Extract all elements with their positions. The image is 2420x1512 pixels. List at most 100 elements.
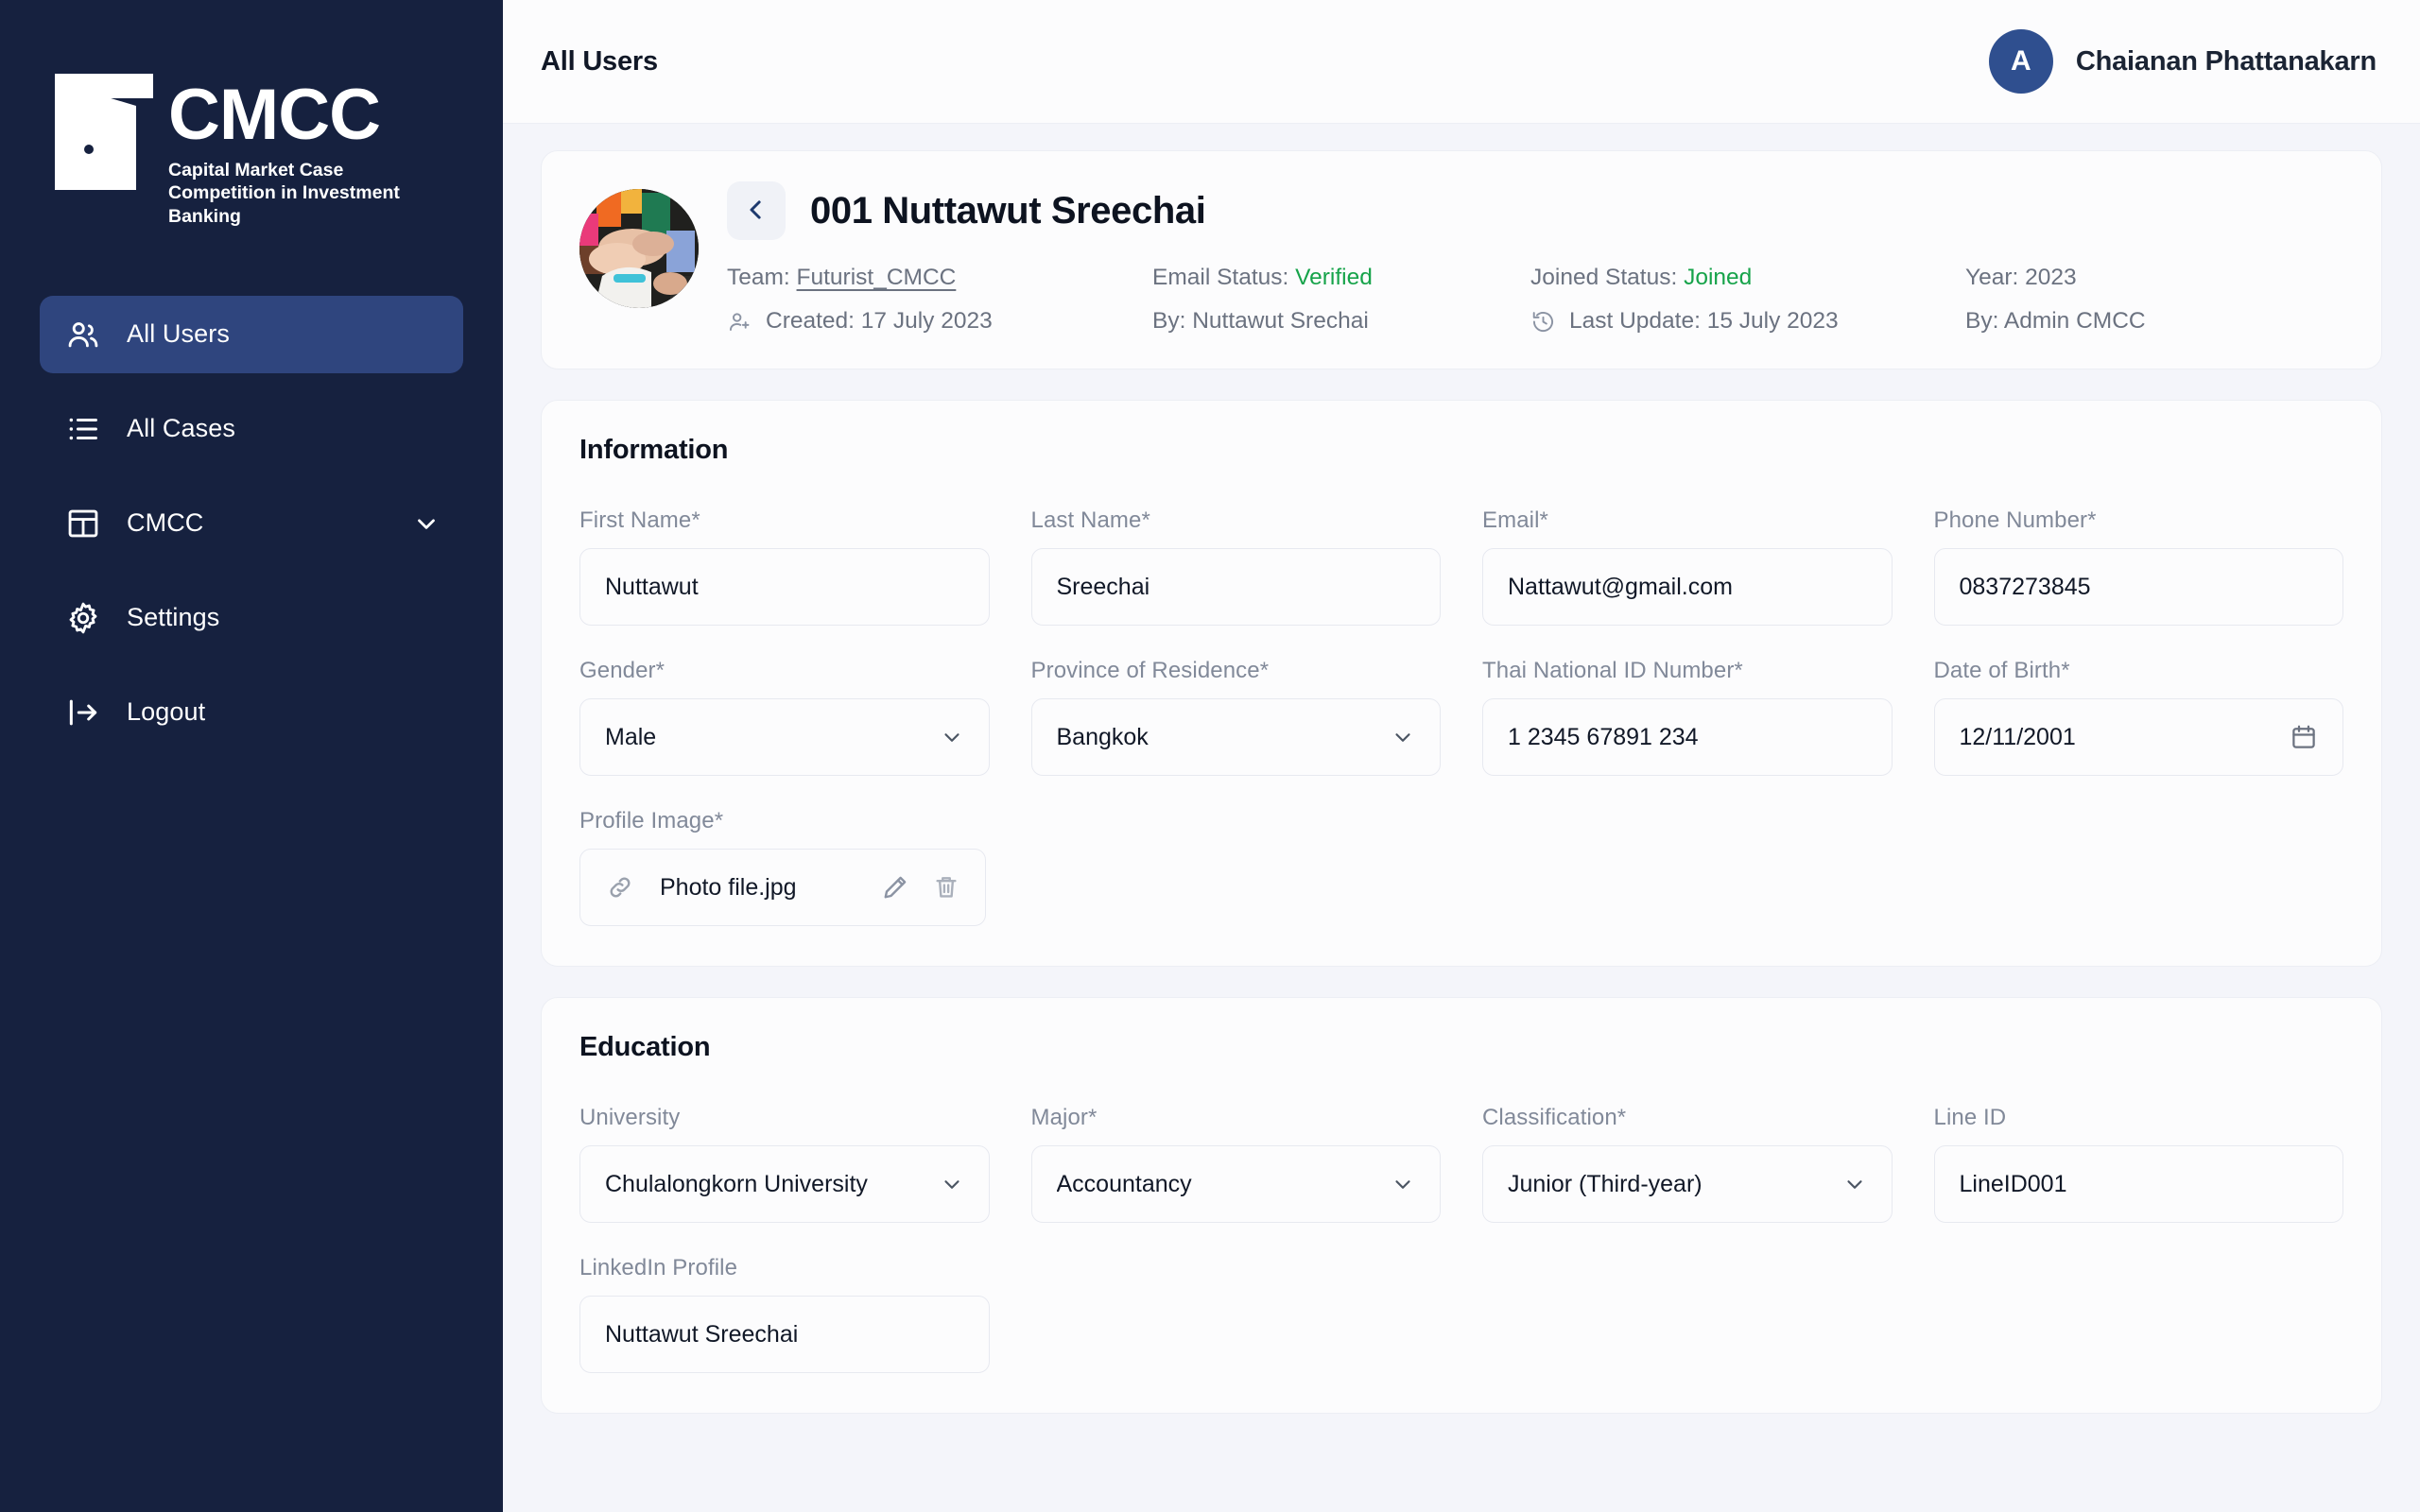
sidebar-nav: All Users All Cases — [0, 296, 503, 768]
field-label: University — [579, 1105, 990, 1131]
logo-title: CMCC — [168, 81, 454, 149]
field-value: Nuttawut Sreechai — [605, 1321, 964, 1349]
topbar-user-block[interactable]: A Chaianan Phattanakarn — [1989, 29, 2377, 94]
meta-created-text: Created: 17 July 2023 — [766, 308, 993, 335]
gender-select[interactable]: Male — [579, 698, 990, 776]
field-linkedin-profile: LinkedIn Profile Nuttawut Sreechai — [579, 1255, 990, 1373]
chevron-down-icon[interactable] — [412, 509, 441, 538]
phone-number-input[interactable]: 0837273845 — [1934, 548, 2344, 626]
field-label: Province of Residence* — [1031, 658, 1442, 684]
major-select[interactable]: Accountancy — [1031, 1145, 1442, 1223]
field-value: Chulalongkorn University — [605, 1171, 928, 1198]
field-phone-number: Phone Number* 0837273845 — [1934, 507, 2344, 626]
education-form-grid: University Chulalongkorn University Majo… — [579, 1105, 2343, 1373]
field-label: Profile Image* — [579, 808, 990, 834]
meta-created-by: By: Nuttawut Srechai — [1152, 308, 1530, 335]
information-card: Information First Name* Nuttawut Last Na… — [541, 400, 2382, 967]
meta-email-status: Email Status: Verified — [1152, 265, 1530, 291]
meta-joined-status-label: Joined Status: — [1530, 265, 1677, 291]
linkedin-profile-input[interactable]: Nuttawut Sreechai — [579, 1296, 990, 1373]
history-icon — [1530, 309, 1556, 335]
profile-name: 001 Nuttawut Sreechai — [810, 190, 1205, 232]
meta-last-update-by: By: Admin CMCC — [1965, 308, 2343, 335]
first-name-input[interactable]: Nuttawut — [579, 548, 990, 626]
link-icon — [605, 872, 635, 902]
field-university: University Chulalongkorn University — [579, 1105, 990, 1223]
status-badge-joined: Joined — [1684, 265, 1752, 291]
open-door-icon — [49, 68, 163, 200]
university-select[interactable]: Chulalongkorn University — [579, 1145, 990, 1223]
sidebar-item-all-users[interactable]: All Users — [40, 296, 463, 373]
sidebar-item-all-cases[interactable]: All Cases — [40, 390, 463, 468]
sidebar-item-settings[interactable]: Settings — [40, 579, 463, 657]
classification-select[interactable]: Junior (Third-year) — [1482, 1145, 1893, 1223]
field-province: Province of Residence* Bangkok — [1031, 658, 1442, 776]
field-label: First Name* — [579, 507, 990, 534]
field-value: Junior (Third-year) — [1508, 1171, 1831, 1198]
date-of-birth-input[interactable]: 12/11/2001 — [1934, 698, 2344, 776]
meta-created: Created: 17 July 2023 — [727, 308, 1152, 335]
gear-icon — [62, 600, 104, 636]
field-value: 0837273845 — [1960, 574, 2319, 601]
trash-icon[interactable] — [932, 873, 960, 902]
field-value: Nuttawut — [605, 574, 964, 601]
sidebar-item-logout[interactable]: Logout — [40, 674, 463, 751]
avatar: A — [1989, 29, 2053, 94]
field-email: Email* Nattawut@gmail.com — [1482, 507, 1893, 626]
field-label: Line ID — [1934, 1105, 2344, 1131]
meta-year: Year: 2023 — [1965, 265, 2343, 291]
information-title: Information — [579, 435, 2343, 466]
chevron-down-icon — [1842, 1172, 1867, 1196]
chevron-down-icon — [940, 725, 964, 749]
topbar: All Users A Chaianan Phattanakarn — [503, 0, 2420, 124]
field-profile-image: Profile Image* Photo file.jpg — [579, 808, 990, 926]
province-select[interactable]: Bangkok — [1031, 698, 1442, 776]
meta-joined-status: Joined Status: Joined — [1530, 265, 1965, 291]
field-label: Phone Number* — [1934, 507, 2344, 534]
chevron-down-icon — [940, 1172, 964, 1196]
user-plus-icon — [727, 309, 752, 335]
chevron-down-icon — [1391, 725, 1415, 749]
field-classification: Classification* Junior (Third-year) — [1482, 1105, 1893, 1223]
logout-icon — [62, 695, 104, 730]
profile-meta-grid: Team: Futurist_CMCC Email Status: Verifi… — [727, 265, 2343, 335]
field-label: Classification* — [1482, 1105, 1893, 1131]
field-label: Gender* — [579, 658, 990, 684]
profile-image-file-name: Photo file.jpg — [660, 874, 858, 902]
field-gender: Gender* Male — [579, 658, 990, 776]
field-value: Male — [605, 724, 928, 751]
sidebar-item-label: All Users — [127, 319, 230, 349]
last-name-input[interactable]: Sreechai — [1031, 548, 1442, 626]
field-last-name: Last Name* Sreechai — [1031, 507, 1442, 626]
field-value: LineID001 — [1960, 1171, 2319, 1198]
profile-image-file-row[interactable]: Photo file.jpg — [579, 849, 986, 926]
meta-team-value[interactable]: Futurist_CMCC — [797, 265, 957, 291]
line-id-input[interactable]: LineID001 — [1934, 1145, 2344, 1223]
field-value: 12/11/2001 — [1960, 724, 2279, 751]
field-date-of-birth: Date of Birth* 12/11/2001 — [1934, 658, 2344, 776]
field-value: 1 2345 67891 234 — [1508, 724, 1867, 751]
field-label: Thai National ID Number* — [1482, 658, 1893, 684]
meta-last-update: Last Update: 15 July 2023 — [1530, 308, 1965, 335]
chevron-left-icon — [742, 196, 770, 227]
pencil-icon[interactable] — [881, 873, 909, 902]
list-icon — [62, 411, 104, 447]
meta-email-status-label: Email Status: — [1152, 265, 1288, 291]
calendar-icon[interactable] — [2290, 723, 2318, 751]
back-button[interactable] — [727, 181, 786, 240]
layout-icon — [62, 506, 104, 541]
field-thai-national-id: Thai National ID Number* 1 2345 67891 23… — [1482, 658, 1893, 776]
meta-last-update-text: Last Update: 15 July 2023 — [1569, 308, 1839, 335]
main-area: All Users A Chaianan Phattanakarn — [503, 0, 2420, 1512]
profile-photo — [579, 189, 699, 308]
page-title: All Users — [541, 46, 658, 77]
meta-team-label: Team: — [727, 265, 790, 291]
thai-national-id-input[interactable]: 1 2345 67891 234 — [1482, 698, 1893, 776]
status-badge-email: Verified — [1295, 265, 1373, 291]
field-label: Last Name* — [1031, 507, 1442, 534]
email-input[interactable]: Nattawut@gmail.com — [1482, 548, 1893, 626]
topbar-user-name: Chaianan Phattanakarn — [2076, 46, 2377, 77]
sidebar-logo: CMCC Capital Market Case Competition in … — [0, 68, 503, 228]
sidebar-item-cmcc[interactable]: CMCC — [40, 485, 463, 562]
education-title: Education — [579, 1032, 2343, 1063]
